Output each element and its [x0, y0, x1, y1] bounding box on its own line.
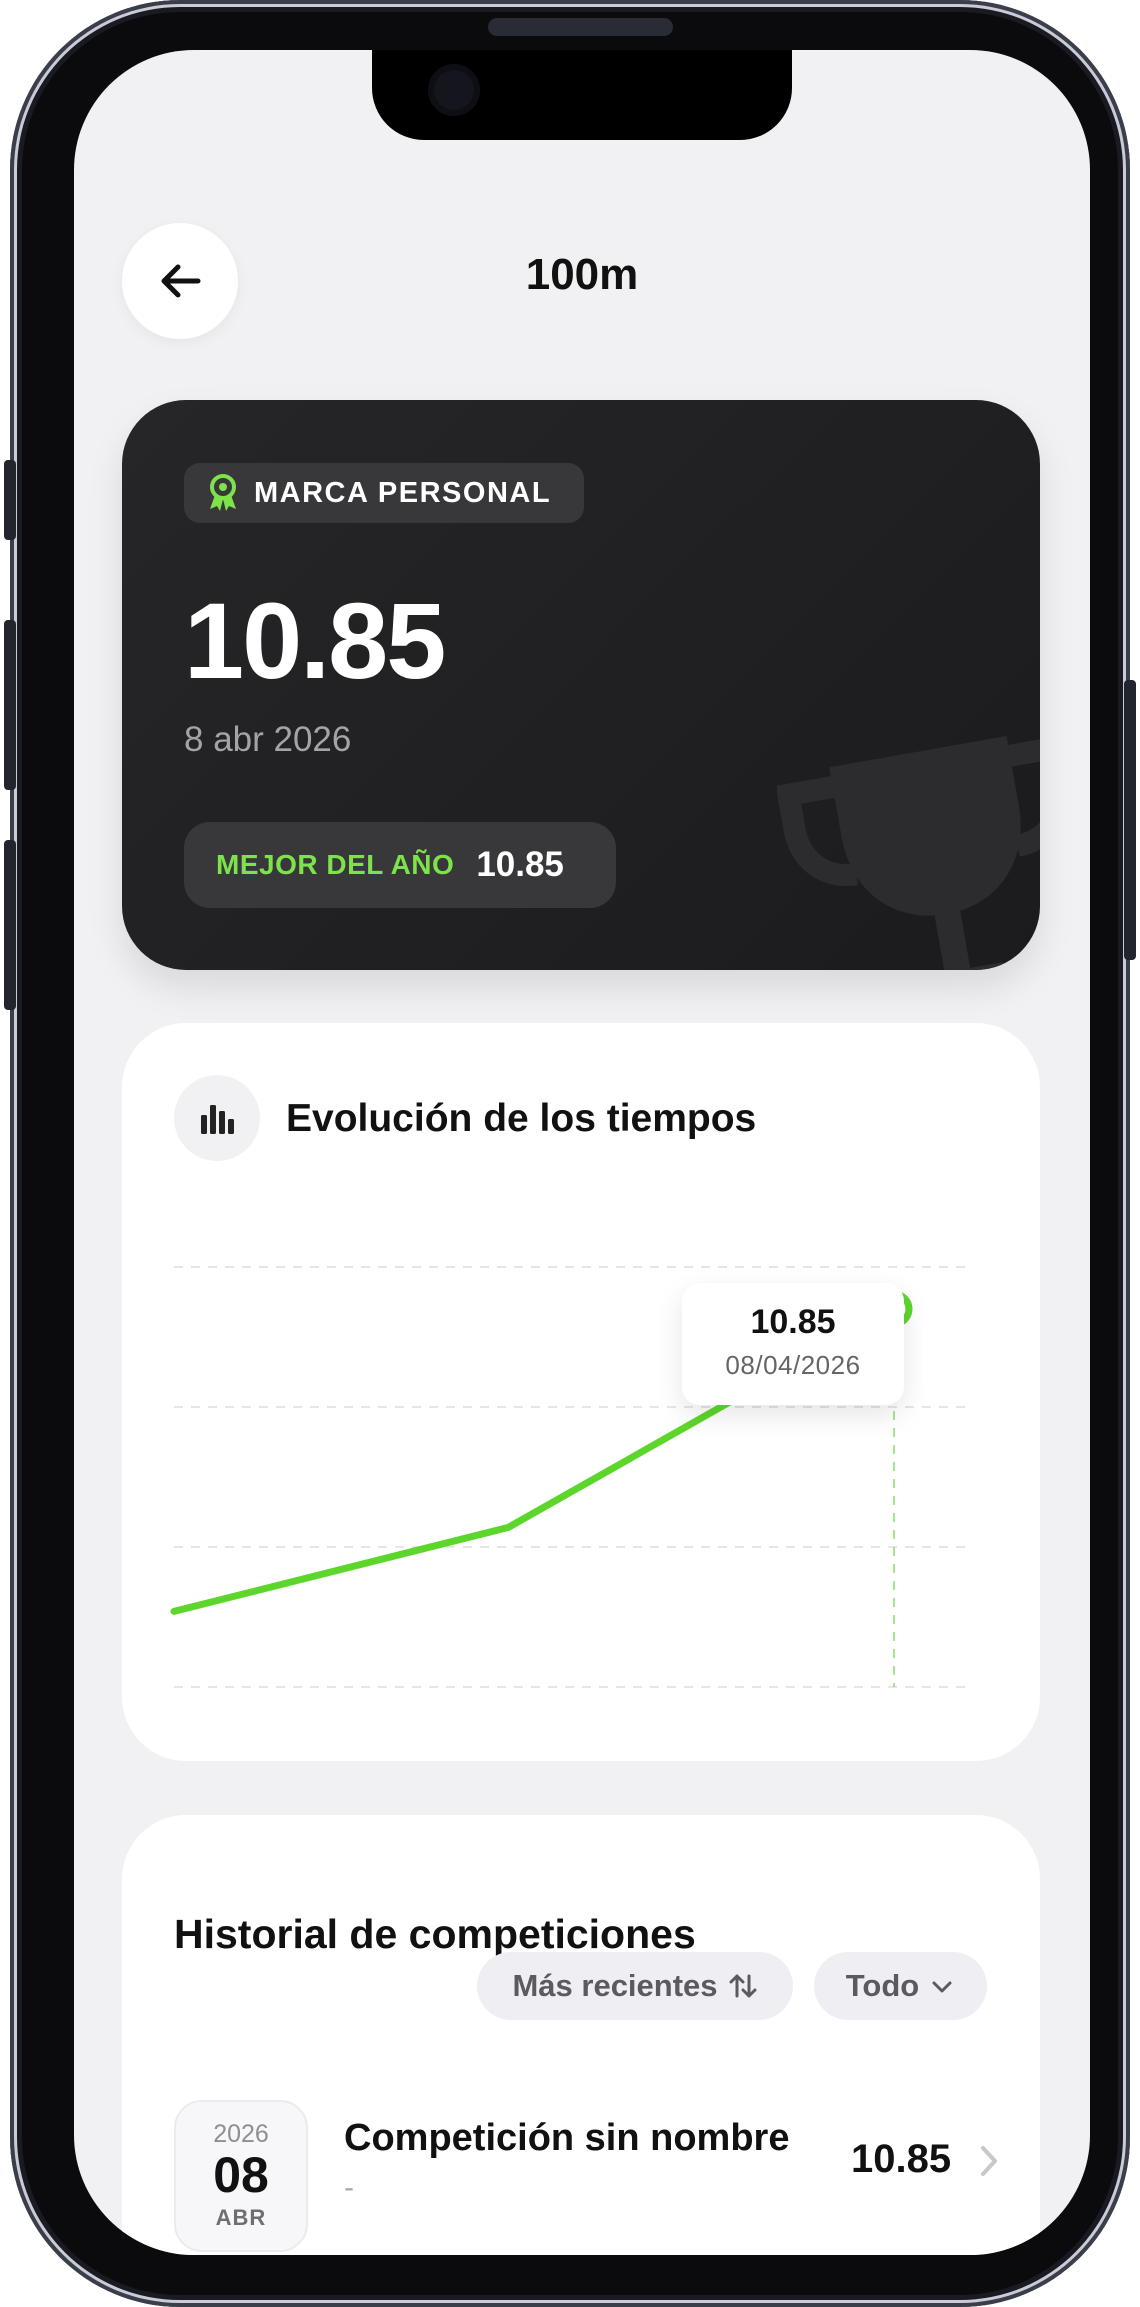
app-screen: 100m MARCA PERSONAL 10.85 8 abr 2026 MEJ…: [74, 50, 1090, 2255]
notch: [372, 50, 792, 140]
chevron-right-icon: [977, 2142, 1001, 2180]
sort-label: Más recientes: [512, 1968, 718, 2003]
competition-history-card: Historial de competiciones Más recientes…: [122, 1815, 1040, 2255]
chevron-down-icon: [929, 1976, 955, 1996]
page-title: 100m: [525, 250, 639, 299]
history-title: Historial de competiciones: [174, 1911, 696, 1957]
competition-time: 10.85: [851, 2137, 952, 2181]
date-month: ABR: [215, 2205, 267, 2230]
year-best-pill: MEJOR DEL AÑO 10.85: [184, 822, 616, 908]
sort-arrows-icon: [728, 1972, 758, 2000]
volume-down-button: [4, 840, 16, 1010]
front-camera: [428, 64, 480, 116]
personal-best-badge: MARCA PERSONAL: [184, 463, 584, 523]
competition-date-box: 2026 08 ABR: [174, 2100, 308, 2252]
phone-frame: 100m MARCA PERSONAL 10.85 8 abr 2026 MEJ…: [4, 0, 1136, 2307]
personal-best-card: MARCA PERSONAL 10.85 8 abr 2026 MEJOR DE…: [122, 400, 1040, 970]
personal-best-date: 8 abr 2026: [184, 720, 352, 759]
personal-best-label: MARCA PERSONAL: [254, 476, 552, 509]
year-best-label: MEJOR DEL AÑO: [216, 849, 455, 880]
tooltip-date: 08/04/2026: [725, 1350, 861, 1380]
year-best-value: 10.85: [476, 845, 564, 884]
date-year: 2026: [213, 2120, 269, 2148]
speaker-grille: [488, 18, 673, 36]
competition-subtitle: -: [344, 2171, 354, 2204]
chart-tooltip: 10.85 08/04/2026: [682, 1283, 904, 1405]
tooltip-value: 10.85: [750, 1303, 836, 1341]
trophy-icon: [777, 735, 1040, 970]
filter-label: Todo: [845, 1968, 920, 2003]
volume-up-button: [4, 620, 16, 790]
personal-best-value: 10.85: [184, 580, 446, 701]
power-button: [1124, 680, 1136, 960]
date-day: 08: [213, 2147, 269, 2203]
filter-dropdown[interactable]: Todo: [814, 1952, 987, 2020]
medal-icon: [206, 473, 240, 513]
competition-name: Competición sin nombre: [344, 2117, 790, 2159]
mute-switch: [4, 460, 16, 540]
times-chart-card: Evolución de los tiempos 10.85 08/04/202…: [122, 1023, 1040, 1761]
sort-button[interactable]: Más recientes: [477, 1952, 793, 2020]
